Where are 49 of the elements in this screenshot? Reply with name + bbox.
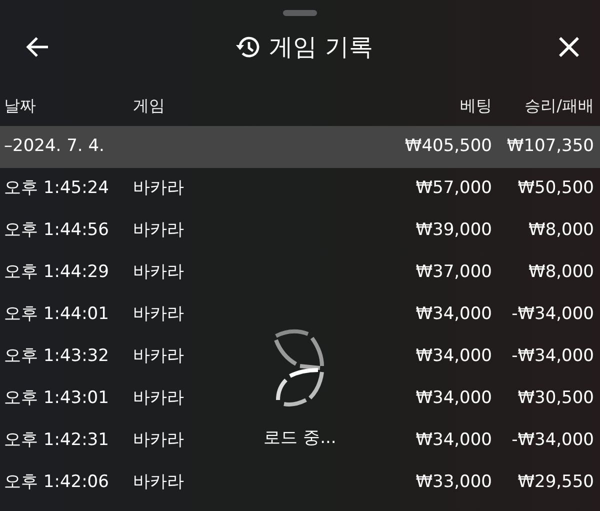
table-cell-text: ₩50,500 — [516, 177, 594, 200]
table-cell-text: ₩29,550 — [516, 471, 594, 494]
table-cell: 바카라 — [133, 262, 184, 282]
table-cell-text: 오후 1:44:56 — [4, 219, 110, 242]
table-cell: 바카라 — [133, 430, 184, 450]
table-cell-text: ₩39,000 — [414, 219, 492, 242]
table-cell-text: ₩8,000 — [528, 261, 594, 284]
table-cell-text: 오후 1:43:32 — [4, 345, 110, 368]
loading-text: 로드 중... — [264, 427, 336, 450]
drag-handle — [283, 10, 317, 16]
table-cell-text: ₩34,000 — [414, 387, 492, 410]
table-cell-text: -₩34,000 — [510, 429, 594, 452]
table-cell-text: ₩34,000 — [414, 303, 492, 326]
group-bet-total: ₩405,500 — [404, 135, 492, 158]
column-header: 게임 — [133, 95, 166, 117]
table-cell: 바카라 — [133, 388, 184, 408]
table-cell-text: 오후 1:44:01 — [4, 303, 110, 326]
close-button[interactable] — [558, 36, 580, 58]
table-cell: 바카라 — [133, 304, 184, 324]
table-cell-text: ₩34,000 — [414, 345, 492, 368]
table-cell: 바카라 — [133, 220, 184, 240]
table-cell: 바카라 — [133, 178, 184, 198]
group-result-total: ₩107,350 — [506, 135, 594, 158]
column-header: 베팅 — [459, 95, 492, 117]
back-button[interactable] — [26, 36, 50, 58]
column-header: 승리/패배 — [524, 95, 594, 117]
table-cell-text: -₩34,000 — [510, 345, 594, 368]
table-cell-text: ₩30,500 — [516, 387, 594, 410]
table-cell-text: ₩33,000 — [414, 471, 492, 494]
table-cell-text: ₩34,000 — [414, 429, 492, 452]
table-cell-text: 오후 1:45:24 — [4, 177, 110, 200]
history-icon — [235, 35, 262, 59]
table-cell-text: -₩34,000 — [510, 303, 594, 326]
table-cell: 바카라 — [133, 472, 184, 492]
table-cell: 바카라 — [133, 346, 184, 366]
table-cell-text: 오후 1:44:29 — [4, 261, 110, 284]
table-cell-text: ₩37,000 — [414, 261, 492, 284]
group-date: 2024. 7. 4. — [12, 135, 104, 158]
back-arrow-icon — [26, 36, 50, 58]
table-cell-text: 오후 1:43:01 — [4, 387, 110, 410]
date-group-row[interactable]: –2024. 7. 4. ₩405,500 ₩107,350 — [0, 126, 600, 168]
table-cell-text: 오후 1:42:06 — [4, 471, 110, 494]
column-header: 날짜 — [4, 95, 37, 117]
close-icon — [558, 36, 580, 58]
table-cell-text: 오후 1:42:31 — [4, 429, 110, 452]
table-cell-text: ₩8,000 — [528, 219, 594, 242]
table-cell-text: ₩57,000 — [414, 177, 492, 200]
collapse-toggle[interactable]: – — [4, 134, 12, 160]
panel-title: 게임 기록 — [269, 32, 373, 63]
